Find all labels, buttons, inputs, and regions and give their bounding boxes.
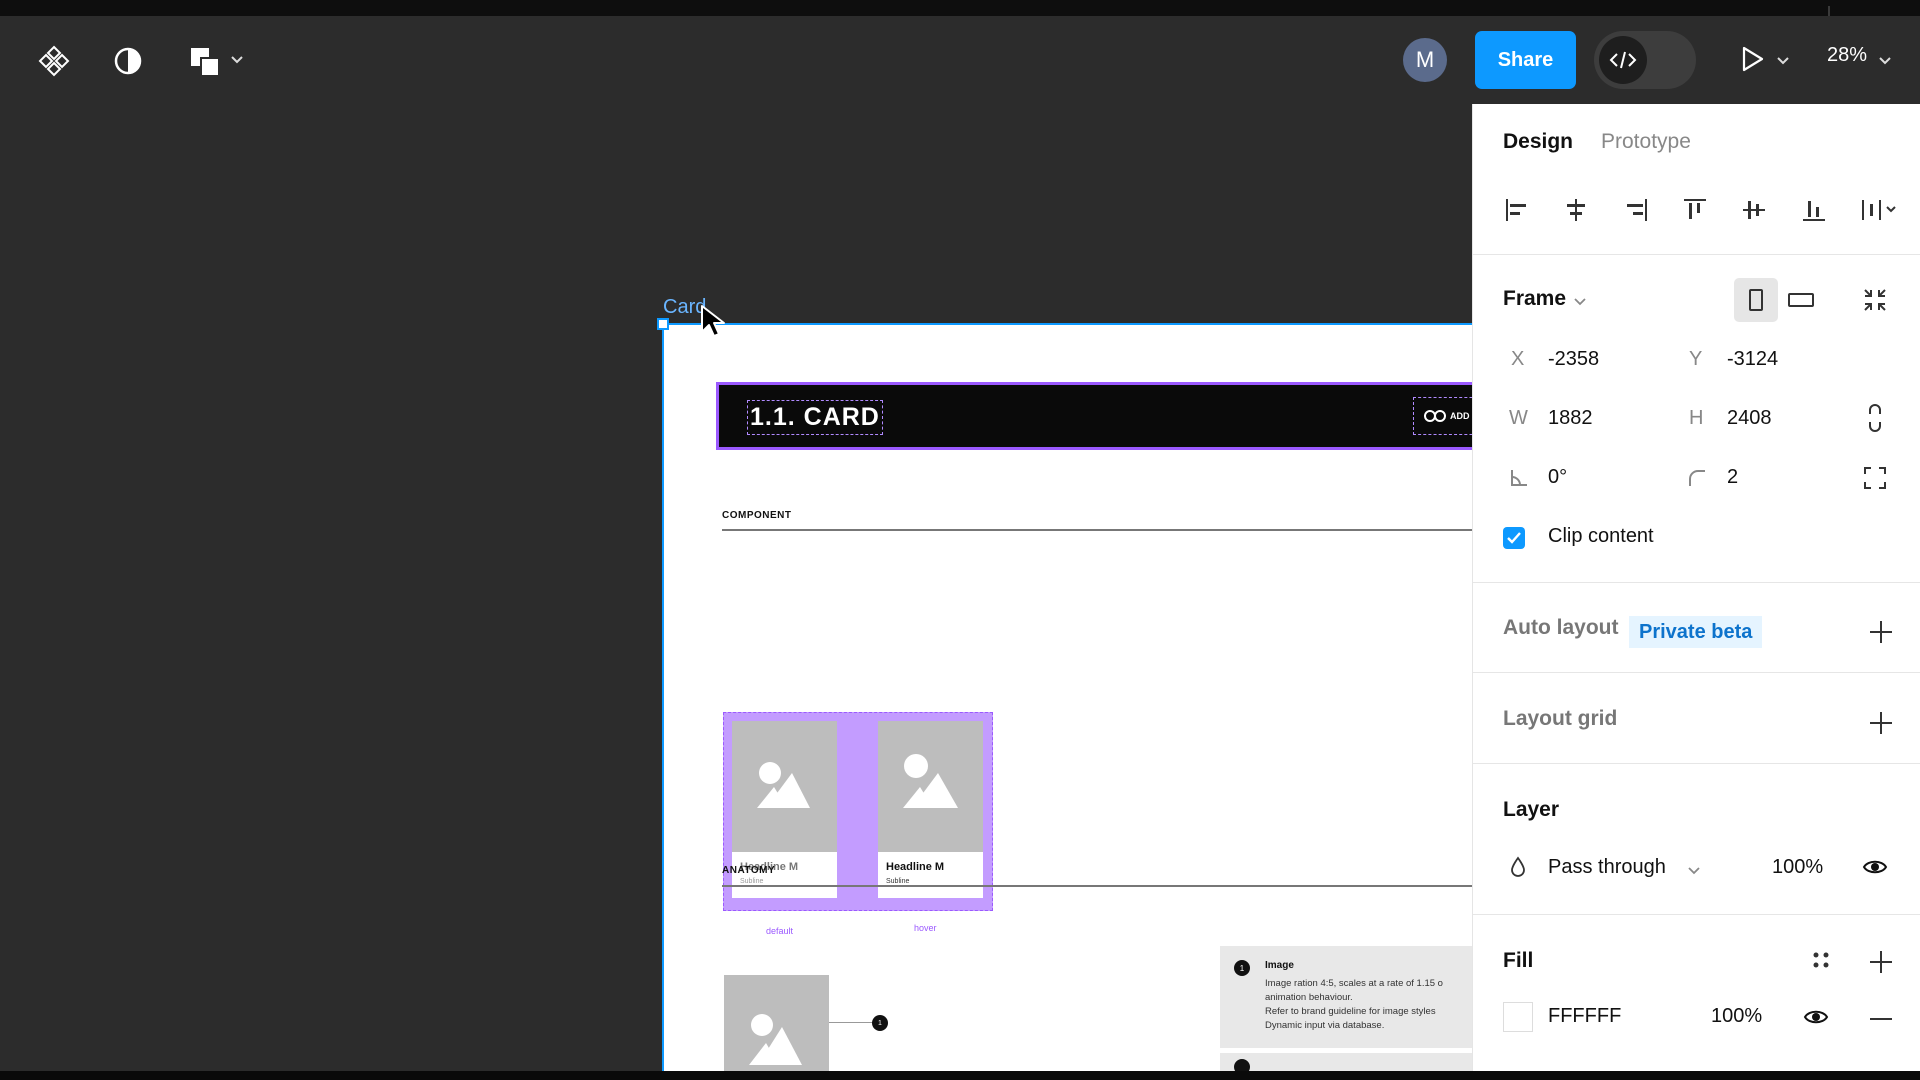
share-button[interactable]: Share bbox=[1475, 31, 1576, 89]
constrain-proportions-icon[interactable] bbox=[1865, 404, 1885, 437]
fill-opacity-input[interactable]: 100% bbox=[1711, 1005, 1762, 1028]
zoom-level[interactable]: 28% bbox=[1827, 44, 1867, 67]
tab-prototype[interactable]: Prototype bbox=[1601, 130, 1691, 154]
anatomy-note-line: Dynamic input via database. bbox=[1265, 1020, 1385, 1031]
fill-section-title: Fill bbox=[1503, 949, 1534, 972]
dev-mode-toggle[interactable] bbox=[1594, 31, 1696, 89]
y-label: Y bbox=[1689, 348, 1703, 370]
component-variants[interactable]: Headline M Subline Headline M Subline bbox=[723, 712, 993, 911]
section-label-component: COMPONENT bbox=[722, 510, 792, 521]
contrast-icon[interactable] bbox=[112, 45, 144, 77]
resize-handle[interactable] bbox=[657, 318, 669, 330]
distribute-spacing-icon[interactable] bbox=[1857, 194, 1901, 226]
align-bottom-icon[interactable] bbox=[1798, 194, 1830, 226]
anatomy-note-line: animation behaviour. bbox=[1265, 992, 1353, 1003]
private-beta-badge: Private beta bbox=[1629, 616, 1763, 648]
clip-content-checkbox[interactable] bbox=[1503, 527, 1525, 549]
x-input[interactable]: -2358 bbox=[1548, 348, 1599, 371]
properties-panel: Design Prototype Frame X -2358 Y -3124 W… bbox=[1472, 104, 1920, 1071]
fill-hex-input[interactable]: FFFFFF bbox=[1548, 1005, 1621, 1028]
rotation-icon bbox=[1509, 468, 1529, 493]
shapes-icon[interactable] bbox=[188, 45, 222, 79]
align-right-icon[interactable] bbox=[1620, 194, 1652, 226]
present-options-chevron-icon[interactable] bbox=[1776, 53, 1790, 71]
section-label-anatomy: ANATOMY bbox=[722, 865, 776, 876]
anatomy-note-image: 1 Image Image ration 4:5, scales at a ra… bbox=[1220, 946, 1472, 1048]
portrait-orientation-icon[interactable] bbox=[1734, 278, 1778, 322]
top-window-strip bbox=[0, 0, 1920, 16]
anatomy-note-line: Refer to brand guideline for image style… bbox=[1265, 1006, 1436, 1017]
layer-opacity-input[interactable]: 100% bbox=[1772, 856, 1823, 879]
blend-mode-icon bbox=[1509, 856, 1527, 883]
h-label: H bbox=[1689, 407, 1704, 429]
add-auto-layout-button[interactable] bbox=[1868, 619, 1894, 645]
blend-mode-select[interactable]: Pass through bbox=[1548, 856, 1666, 879]
divider bbox=[722, 885, 1472, 887]
banner-link-label: ADD bbox=[1450, 411, 1470, 421]
independent-corners-icon[interactable] bbox=[1863, 466, 1887, 495]
rotation-input[interactable]: 0° bbox=[1548, 466, 1567, 489]
remove-fill-button[interactable] bbox=[1870, 1018, 1892, 1020]
resize-to-fit-icon[interactable] bbox=[1853, 278, 1897, 322]
w-label: W bbox=[1509, 407, 1528, 429]
figma-components-icon[interactable] bbox=[36, 43, 72, 79]
anatomy-note-number: 1 bbox=[1234, 960, 1250, 976]
y-input[interactable]: -3124 bbox=[1727, 348, 1778, 371]
align-top-icon[interactable] bbox=[1679, 194, 1711, 226]
play-icon[interactable] bbox=[1738, 44, 1768, 74]
section-banner[interactable]: 1.1. CARD ADD bbox=[716, 382, 1472, 450]
layout-grid-title: Layout grid bbox=[1503, 707, 1618, 730]
anatomy-note-headline bbox=[1220, 1053, 1472, 1071]
card-variant-hover[interactable]: Headline M Subline bbox=[878, 721, 983, 898]
style-grid-icon[interactable] bbox=[1809, 948, 1833, 977]
add-layout-grid-button[interactable] bbox=[1868, 710, 1894, 736]
anatomy-note-title: Image bbox=[1265, 960, 1294, 971]
variant-label-default: default bbox=[766, 926, 794, 936]
anatomy-image-placeholder-icon bbox=[724, 975, 829, 1071]
avatar[interactable]: M bbox=[1403, 38, 1447, 82]
x-label: X bbox=[1511, 348, 1525, 370]
auto-layout-title: Auto layout bbox=[1503, 616, 1619, 639]
canvas[interactable]: Card 1.1. CARD ADD COMPONENT Headline M … bbox=[0, 104, 1472, 1071]
align-left-icon[interactable] bbox=[1501, 194, 1533, 226]
width-input[interactable]: 1882 bbox=[1548, 407, 1593, 430]
eye-icon[interactable] bbox=[1862, 856, 1888, 883]
height-input[interactable]: 2408 bbox=[1727, 407, 1772, 430]
corner-radius-input[interactable]: 2 bbox=[1727, 466, 1738, 489]
align-horizontal-center-icon[interactable] bbox=[1560, 194, 1592, 226]
card-headline: Headline M bbox=[886, 861, 945, 873]
chevron-down-icon[interactable] bbox=[1573, 294, 1587, 312]
zoom-chevron-icon[interactable] bbox=[1878, 53, 1892, 71]
bottom-window-strip bbox=[0, 1071, 1920, 1080]
code-icon bbox=[1599, 36, 1647, 84]
corner-radius-icon bbox=[1687, 468, 1707, 493]
eye-icon[interactable] bbox=[1803, 1006, 1829, 1033]
align-vertical-center-icon[interactable] bbox=[1738, 194, 1770, 226]
mouse-cursor-icon bbox=[700, 304, 730, 345]
banner-link[interactable]: ADD bbox=[1413, 397, 1472, 435]
add-fill-button[interactable] bbox=[1868, 949, 1894, 975]
anatomy-pointer-line bbox=[829, 1022, 874, 1023]
toolbar: M Share 28% bbox=[0, 16, 1920, 104]
anatomy-note-line: Image ration 4:5, scales at a rate of 1.… bbox=[1265, 978, 1443, 989]
card-subline: Subline bbox=[740, 878, 764, 885]
card-subline: Subline bbox=[886, 878, 910, 885]
landscape-orientation-icon[interactable] bbox=[1779, 278, 1823, 322]
anatomy-marker: 1 bbox=[872, 1015, 888, 1031]
frame-section-title[interactable]: Frame bbox=[1503, 287, 1566, 311]
divider bbox=[722, 529, 1472, 531]
fill-color-swatch[interactable] bbox=[1503, 1002, 1533, 1032]
tab-design[interactable]: Design bbox=[1503, 130, 1573, 154]
card-frame[interactable]: 1.1. CARD ADD COMPONENT Headline M Subli… bbox=[662, 323, 1472, 1071]
image-placeholder-icon bbox=[878, 721, 983, 852]
layer-section-title: Layer bbox=[1503, 798, 1560, 821]
chevron-down-icon[interactable] bbox=[1687, 863, 1701, 881]
image-placeholder-icon bbox=[732, 721, 837, 852]
clip-content-label[interactable]: Clip content bbox=[1548, 525, 1654, 548]
variant-label-hover: hover bbox=[914, 923, 937, 933]
chevron-down-icon[interactable] bbox=[230, 52, 244, 70]
link-icon bbox=[1424, 410, 1446, 422]
banner-title: 1.1. CARD bbox=[747, 400, 883, 435]
